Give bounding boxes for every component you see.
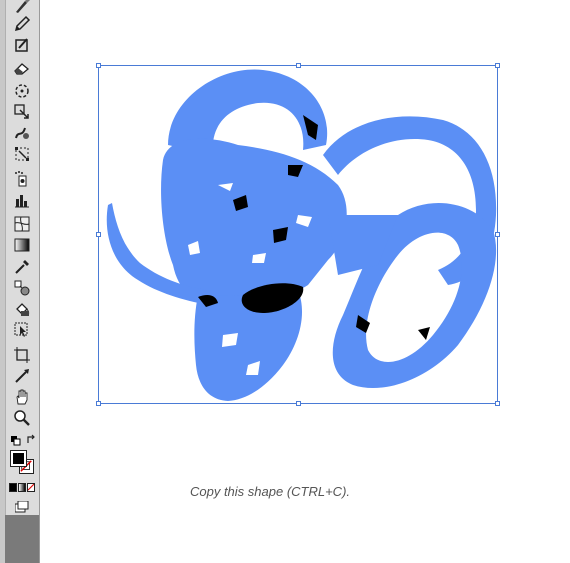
handle-middle-right[interactable]	[495, 232, 500, 237]
mesh-tool[interactable]	[11, 214, 33, 234]
screen-mode-button[interactable]	[14, 500, 29, 513]
default-colors-icon	[11, 436, 21, 446]
free-transform-icon	[15, 147, 29, 161]
live-paint-selection-tool[interactable]	[11, 320, 33, 340]
warp-icon	[15, 127, 29, 139]
blob-brush-icon	[15, 38, 28, 52]
free-transform-tool[interactable]	[11, 144, 33, 164]
eraser-tool[interactable]	[11, 58, 33, 78]
paintbrush-icon	[16, 0, 30, 13]
blend-icon	[14, 280, 30, 296]
mesh-icon	[14, 216, 30, 232]
column-graph-icon	[15, 195, 29, 208]
slice-icon	[15, 369, 29, 383]
eyedropper-icon	[15, 260, 29, 274]
handle-bottom-right[interactable]	[495, 401, 500, 406]
pencil-tool[interactable]	[11, 14, 33, 34]
rotate-tool[interactable]	[11, 81, 33, 101]
gradient-icon	[14, 238, 30, 252]
live-paint-bucket-icon	[16, 303, 30, 316]
warp-tool[interactable]	[11, 123, 33, 143]
eyedropper-tool[interactable]	[11, 257, 33, 277]
scale-tool[interactable]	[11, 102, 33, 122]
zoom-tool[interactable]	[11, 408, 33, 428]
tools-panel	[0, 0, 40, 563]
instruction-caption: Copy this shape (CTRL+C).	[189, 484, 351, 499]
fill-color-swatch[interactable]	[10, 450, 27, 467]
slice-tool[interactable]	[11, 366, 33, 386]
blob-brush-tool[interactable]	[11, 35, 33, 55]
symbol-sprayer-icon	[15, 171, 27, 187]
default-colors-button[interactable]	[11, 433, 21, 446]
handle-top-right[interactable]	[495, 63, 500, 68]
artboard-icon	[14, 347, 30, 363]
blend-tool[interactable]	[11, 278, 33, 298]
scale-icon	[14, 104, 29, 119]
live-paint-bucket-tool[interactable]	[11, 299, 33, 319]
zoom-icon	[14, 410, 30, 426]
panel-bottom	[5, 515, 39, 563]
symbol-sprayer-tool[interactable]	[11, 169, 33, 189]
gradient-tool[interactable]	[11, 235, 33, 255]
screen-mode-icon	[14, 500, 29, 513]
swap-colors-button[interactable]	[26, 432, 37, 443]
handle-bottom-center[interactable]	[296, 401, 301, 406]
rotate-icon	[15, 84, 29, 98]
panel-grip[interactable]	[0, 0, 6, 563]
eraser-icon	[14, 63, 30, 75]
selection-bounding-box	[96, 63, 500, 406]
pencil-icon	[14, 15, 31, 32]
handle-top-center[interactable]	[296, 63, 301, 68]
hand-tool[interactable]	[11, 387, 33, 407]
handle-middle-left[interactable]	[96, 232, 101, 237]
swap-arrow-icon	[27, 434, 35, 443]
artboard-tool[interactable]	[11, 345, 33, 365]
hand-icon	[16, 389, 28, 405]
handle-top-left[interactable]	[96, 63, 101, 68]
live-paint-selection-icon	[14, 322, 28, 337]
column-graph-tool[interactable]	[11, 190, 33, 210]
handle-bottom-left[interactable]	[96, 401, 101, 406]
